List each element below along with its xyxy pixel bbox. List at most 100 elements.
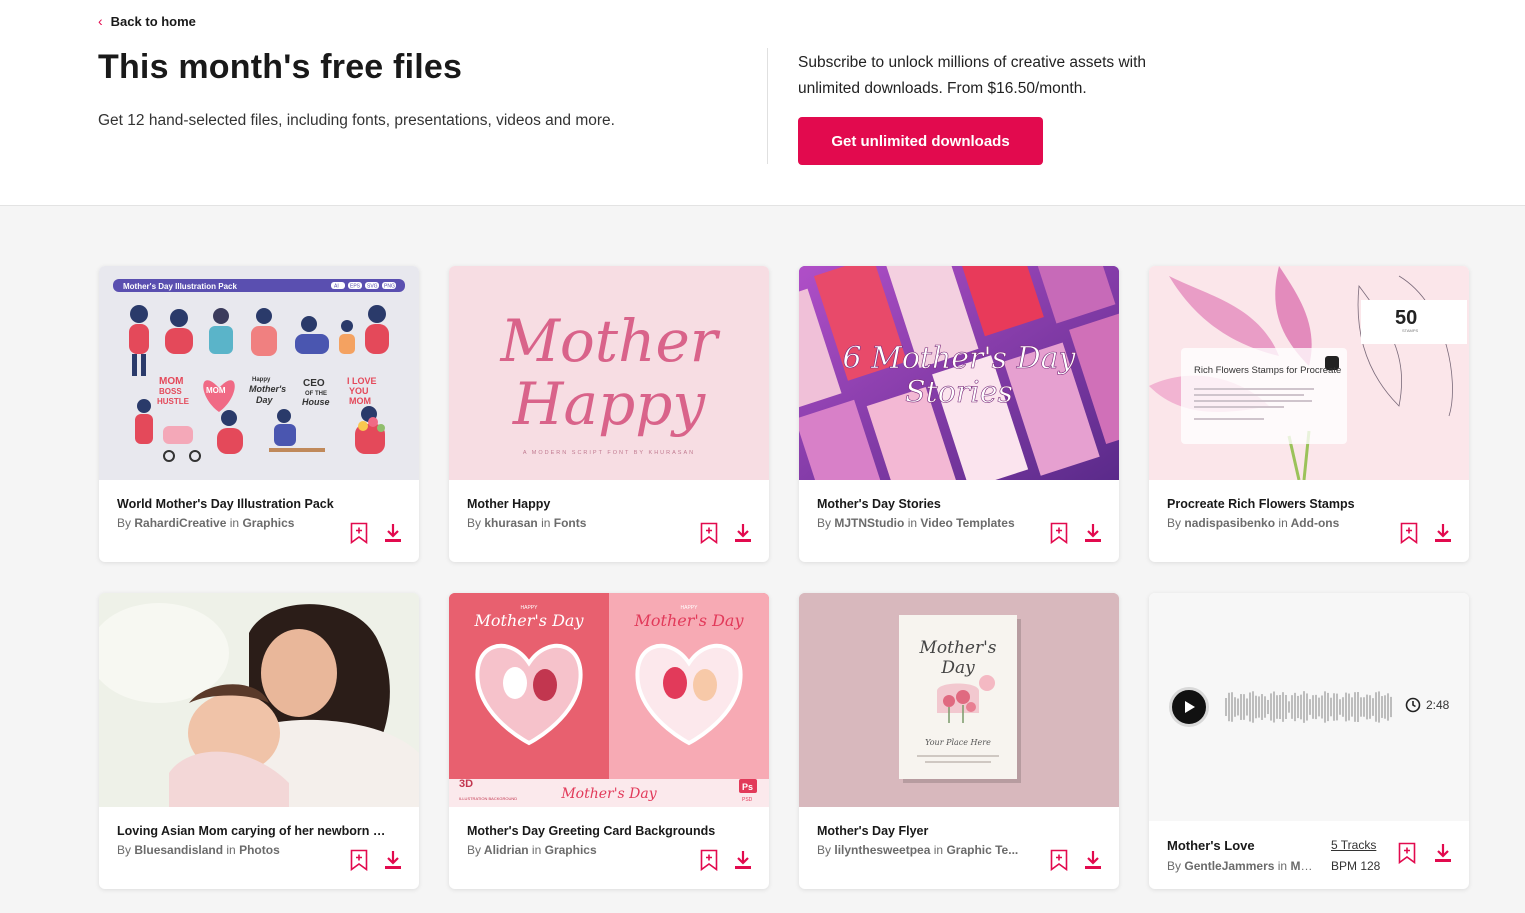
- author-link[interactable]: RahardiCreative: [134, 516, 226, 530]
- download-icon[interactable]: [1434, 842, 1452, 864]
- file-card[interactable]: Mother Happy A MODERN SCRIPT FONT BY KHU…: [449, 266, 769, 562]
- card-byline: By khurasan in Fonts: [467, 516, 587, 530]
- card-thumbnail[interactable]: Mother's Day Your Place Here: [799, 593, 1119, 807]
- bookmark-add-icon[interactable]: [350, 522, 368, 544]
- card-title[interactable]: Mother's Day Greeting Card Backgrounds: [467, 824, 737, 838]
- bookmark-add-icon[interactable]: [700, 522, 718, 544]
- card-title[interactable]: Mother Happy: [467, 497, 737, 511]
- category-link[interactable]: Graphics: [242, 516, 294, 530]
- author-link[interactable]: nadispasibenko: [1184, 516, 1275, 530]
- file-card[interactable]: 50 STAMPS Rich Flowers Stamps for Procre…: [1149, 266, 1469, 562]
- waveform[interactable]: [1225, 687, 1393, 727]
- svg-text:MOM: MOM: [349, 396, 371, 406]
- file-card[interactable]: Loving Asian Mom carying of her newborn …: [99, 593, 419, 889]
- card-thumbnail[interactable]: Mother's Day Illustration Pack AI EPS SV…: [99, 266, 419, 480]
- download-icon[interactable]: [1084, 522, 1102, 544]
- stories-preview: 6 Mother's Day Stories: [799, 266, 1119, 480]
- sticker-row: MOM BOSS HUSTLE MOM Happy Mother's Day C…: [157, 376, 377, 412]
- illustration-pack-preview: Mother's Day Illustration Pack AI EPS SV…: [113, 279, 405, 462]
- waveform-bar: [1381, 696, 1383, 718]
- download-icon[interactable]: [384, 522, 402, 544]
- back-to-home-link[interactable]: ‹ Back to home: [98, 13, 196, 29]
- category-link[interactable]: Add-ons: [1291, 516, 1340, 530]
- hero-section: ‹ Back to home This month's free files G…: [0, 0, 1525, 206]
- waveform-bar: [1234, 697, 1236, 717]
- play-button[interactable]: [1169, 687, 1209, 727]
- download-icon[interactable]: [734, 522, 752, 544]
- category-link[interactable]: Graphics: [545, 843, 597, 857]
- waveform-bar: [1231, 692, 1233, 722]
- card-byline: By lilynthesweetpea in Graphic Te...: [817, 843, 1019, 857]
- card-title[interactable]: Loving Asian Mom carying of her newborn …: [117, 824, 387, 838]
- svg-text:Stories: Stories: [905, 375, 1013, 410]
- file-card[interactable]: Mother's Day Illustration Pack AI EPS SV…: [99, 266, 419, 562]
- bookmark-add-icon[interactable]: [1050, 522, 1068, 544]
- card-byline: By RahardiCreative in Graphics: [117, 516, 295, 530]
- font-preview: Mother Happy A MODERN SCRIPT FONT BY KHU…: [499, 307, 720, 456]
- flyer-preview: Mother's Day Your Place Here: [799, 593, 1119, 807]
- stamps-preview: 50 STAMPS Rich Flowers Stamps for Procre…: [1149, 266, 1467, 480]
- author-link[interactable]: khurasan: [484, 516, 537, 530]
- card-title[interactable]: Mother's Day Flyer: [817, 824, 1087, 838]
- download-icon[interactable]: [384, 849, 402, 871]
- download-icon[interactable]: [1434, 522, 1452, 544]
- music-card[interactable]: 2:48 Mother's Love By GentleJammers in M…: [1149, 593, 1469, 889]
- svg-text:Day: Day: [940, 658, 975, 678]
- bookmark-add-icon[interactable]: [1050, 849, 1068, 871]
- tracks-link[interactable]: 5 Tracks: [1331, 838, 1376, 852]
- waveform-bar: [1378, 691, 1380, 723]
- svg-text:Mother: Mother: [499, 307, 720, 375]
- card-title[interactable]: Procreate Rich Flowers Stamps: [1167, 497, 1437, 511]
- card-byline: By nadispasibenko in Add-ons: [1167, 516, 1340, 530]
- svg-text:HUSTLE: HUSTLE: [157, 397, 190, 406]
- author-link[interactable]: Bluesandisland: [134, 843, 223, 857]
- bookmark-add-icon[interactable]: [350, 849, 368, 871]
- waveform-bar: [1282, 692, 1284, 722]
- track-title[interactable]: Mother's Love: [1167, 838, 1255, 853]
- card-thumbnail[interactable]: 50 STAMPS Rich Flowers Stamps for Procre…: [1149, 266, 1469, 480]
- file-card[interactable]: Mother's Day Your Place Here Mother's Da…: [799, 593, 1119, 889]
- card-thumbnail[interactable]: 6 Mother's Day Stories: [799, 266, 1119, 480]
- waveform-bar: [1228, 692, 1230, 722]
- category-link[interactable]: Mu...: [1290, 859, 1317, 873]
- page-subtitle: Get 12 hand-selected files, including fo…: [98, 112, 615, 129]
- bookmark-add-icon[interactable]: [1398, 842, 1416, 864]
- svg-text:Mother's Day: Mother's Day: [474, 611, 585, 630]
- svg-text:Day: Day: [256, 395, 274, 405]
- card-byline: By Alidrian in Graphics: [467, 843, 597, 857]
- category-link[interactable]: Graphic Te...: [946, 843, 1018, 857]
- svg-text:3D: 3D: [459, 778, 473, 790]
- download-icon[interactable]: [734, 849, 752, 871]
- bookmark-add-icon[interactable]: [700, 849, 718, 871]
- download-icon[interactable]: [1084, 849, 1102, 871]
- author-link[interactable]: GentleJammers: [1184, 859, 1274, 873]
- card-title[interactable]: World Mother's Day Illustration Pack: [117, 497, 387, 511]
- bpm-label: BPM 128: [1331, 859, 1381, 873]
- waveform-bar: [1294, 692, 1296, 722]
- card-thumbnail[interactable]: HAPPY Mother's Day HAPPY Mother's Day 3D…: [449, 593, 769, 807]
- mother-figures: [129, 305, 389, 376]
- file-card[interactable]: HAPPY Mother's Day HAPPY Mother's Day 3D…: [449, 593, 769, 889]
- category-link[interactable]: Video Templates: [920, 516, 1014, 530]
- waveform-bar: [1279, 694, 1281, 720]
- waveform-bar: [1375, 692, 1377, 722]
- card-title[interactable]: Mother's Day Stories: [817, 497, 1087, 511]
- waveform-bar: [1309, 699, 1311, 715]
- author-link[interactable]: MJTNStudio: [834, 516, 904, 530]
- card-thumbnail[interactable]: [99, 593, 419, 807]
- waveform-bar: [1270, 693, 1272, 721]
- svg-text:MOM: MOM: [159, 376, 183, 387]
- svg-text:Mother's: Mother's: [918, 638, 996, 658]
- get-unlimited-downloads-button[interactable]: Get unlimited downloads: [798, 117, 1043, 165]
- waveform-bar: [1354, 692, 1356, 722]
- card-thumbnail[interactable]: Mother Happy A MODERN SCRIPT FONT BY KHU…: [449, 266, 769, 480]
- category-link[interactable]: Fonts: [554, 516, 587, 530]
- file-card[interactable]: 6 Mother's Day Stories Mother's Day Stor…: [799, 266, 1119, 562]
- bookmark-add-icon[interactable]: [1400, 522, 1418, 544]
- svg-text:Mother's Day: Mother's Day: [560, 786, 657, 802]
- svg-text:SVG: SVG: [367, 284, 378, 290]
- author-link[interactable]: lilynthesweetpea: [834, 843, 930, 857]
- author-link[interactable]: Alidrian: [484, 843, 529, 857]
- category-link[interactable]: Photos: [239, 843, 280, 857]
- banner-text: Mother's Day Illustration Pack: [123, 282, 237, 291]
